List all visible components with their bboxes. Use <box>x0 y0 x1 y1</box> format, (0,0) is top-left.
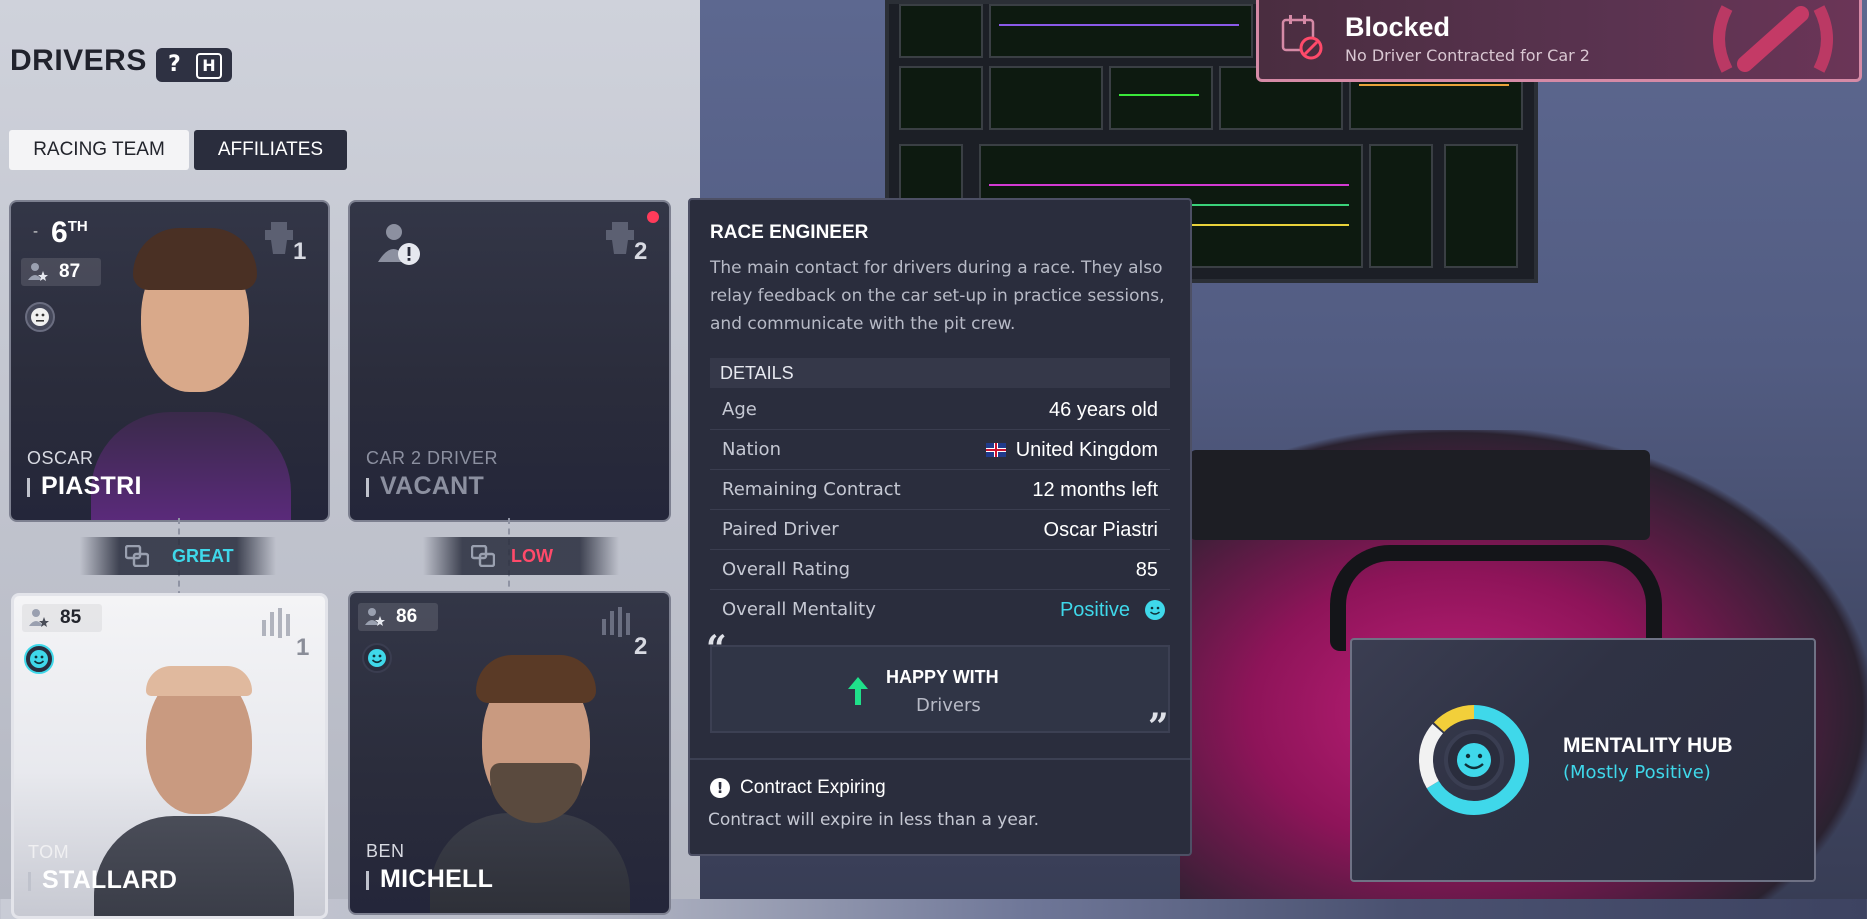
happy-with-box: HAPPY WITH Drivers <box>710 645 1170 733</box>
hotkey-badge: H <box>196 53 222 79</box>
rating-icon <box>29 609 49 627</box>
car-number: 1 <box>293 238 307 265</box>
rating-box: 86 <box>358 603 438 631</box>
mentality-hub-title: MENTALITY HUB <box>1563 734 1733 757</box>
warning-icon: ! <box>710 778 730 798</box>
detail-value: 85 <box>1135 559 1158 581</box>
rating-box: 87 <box>21 258 101 286</box>
chemistry-label: LOW <box>511 546 553 566</box>
detail-value: Oscar Piastri <box>1043 519 1158 541</box>
blocked-notification[interactable]: Blocked No Driver Contracted for Car 2 <box>1256 0 1862 82</box>
tab-affiliates[interactable]: AFFILIATES <box>194 130 347 170</box>
chemistry-badge-low[interactable]: LOW <box>423 537 619 575</box>
happy-mood-icon <box>24 644 54 674</box>
uk-flag-icon <box>985 443 1006 457</box>
car-number: 2 <box>634 238 648 265</box>
detail-value: 12 months left <box>1032 479 1158 501</box>
detail-key: Overall Rating <box>722 559 851 580</box>
engineer-card-car-1[interactable]: 85 1 TOM STALLARD <box>11 593 328 919</box>
tooltip-divider <box>690 758 1190 760</box>
first-name: CAR 2 DRIVER <box>366 448 499 468</box>
car-rear-wing <box>1190 450 1650 540</box>
happy-with-label: HAPPY WITH <box>886 667 999 687</box>
first-name: TOM <box>28 842 70 862</box>
tooltip-title: RACE ENGINEER <box>710 222 869 243</box>
tab-racing-team[interactable]: RACING TEAM <box>9 130 189 170</box>
mentality-gauge-icon <box>1419 705 1529 815</box>
help-icon: ? <box>168 52 181 77</box>
warning-title: Contract Expiring <box>740 777 886 798</box>
car-halo <box>1330 545 1662 651</box>
link-icon <box>125 545 149 567</box>
happy-mood-icon <box>362 643 392 673</box>
detail-key: Paired Driver <box>722 519 839 540</box>
blocked-emblem-icon <box>1713 5 1833 73</box>
last-name: PIASTRI <box>27 472 142 501</box>
rating-icon <box>28 263 48 281</box>
detail-row-rating: Overall Rating 85 <box>710 551 1170 590</box>
race-engineer-tooltip: RACE ENGINEER The main contact for drive… <box>688 198 1192 856</box>
missing-driver-icon <box>378 224 420 265</box>
detail-row-age: Age 46 years old <box>710 391 1170 430</box>
details-header: DETAILS <box>710 358 1170 388</box>
detail-value-mentality: Positive <box>1059 599 1130 621</box>
blocked-calendar-icon <box>1281 15 1323 60</box>
detail-row-nation: Nation United Kingdom <box>710 431 1170 470</box>
warning-description: Contract will expire in less than a year… <box>708 810 1040 830</box>
mentality-hub-status: (Mostly Positive) <box>1563 762 1711 783</box>
detail-value: 46 years old <box>1049 399 1158 421</box>
last-name: MICHELL <box>366 865 493 894</box>
car-number: 2 <box>634 633 648 660</box>
alert-dot <box>647 211 659 223</box>
notification-title: Blocked <box>1345 12 1451 42</box>
last-name: VACANT <box>366 472 484 501</box>
first-name: BEN <box>366 841 405 861</box>
championship-position: 6TH <box>51 216 88 249</box>
last-name: STALLARD <box>28 866 177 895</box>
rating-value: 85 <box>60 607 82 628</box>
engineer-card-car-2[interactable]: 86 2 BEN MICHELL <box>348 591 671 915</box>
happy-with-value: Drivers <box>916 695 981 716</box>
driver-card-car-1[interactable]: - 6TH 87 1 OSCAR PIASTRI <box>9 200 330 522</box>
detail-key: Nation <box>722 439 781 460</box>
driver-card-car-2-vacant[interactable]: 2 CAR 2 DRIVER VACANT <box>348 200 671 522</box>
rating-value: 86 <box>396 606 418 627</box>
happy-mood-icon <box>1145 600 1165 620</box>
rating-value: 87 <box>59 261 81 282</box>
detail-row-paired-driver: Paired Driver Oscar Piastri <box>710 511 1170 550</box>
mentality-hub-button[interactable]: MENTALITY HUB (Mostly Positive) <box>1350 638 1816 882</box>
chemistry-badge-great[interactable]: GREAT <box>80 537 276 575</box>
position-change: - <box>33 224 39 240</box>
first-name: OSCAR <box>27 448 94 468</box>
headset-bars-icon <box>262 608 290 638</box>
page-title: DRIVERS <box>10 44 147 77</box>
neutral-mood-icon <box>25 302 55 332</box>
detail-key: Remaining Contract <box>722 479 901 500</box>
tooltip-description: The main contact for drivers during a ra… <box>710 258 1165 334</box>
detail-key: Overall Mentality <box>722 599 876 620</box>
detail-value-nation: United Kingdom <box>985 431 1158 469</box>
chemistry-label: GREAT <box>172 546 234 566</box>
detail-row-mentality: Overall Mentality Positive <box>710 591 1170 629</box>
detail-row-contract: Remaining Contract 12 months left <box>710 471 1170 510</box>
car-number: 1 <box>296 634 310 661</box>
detail-key: Age <box>722 399 757 420</box>
link-icon <box>471 545 495 567</box>
rating-icon <box>365 608 385 626</box>
arrow-up-icon <box>848 677 868 705</box>
close-quote-icon: ” <box>1148 706 1169 748</box>
help-button[interactable]: ? H <box>156 48 232 82</box>
rating-box: 85 <box>22 604 102 632</box>
notification-message: No Driver Contracted for Car 2 <box>1345 46 1590 65</box>
